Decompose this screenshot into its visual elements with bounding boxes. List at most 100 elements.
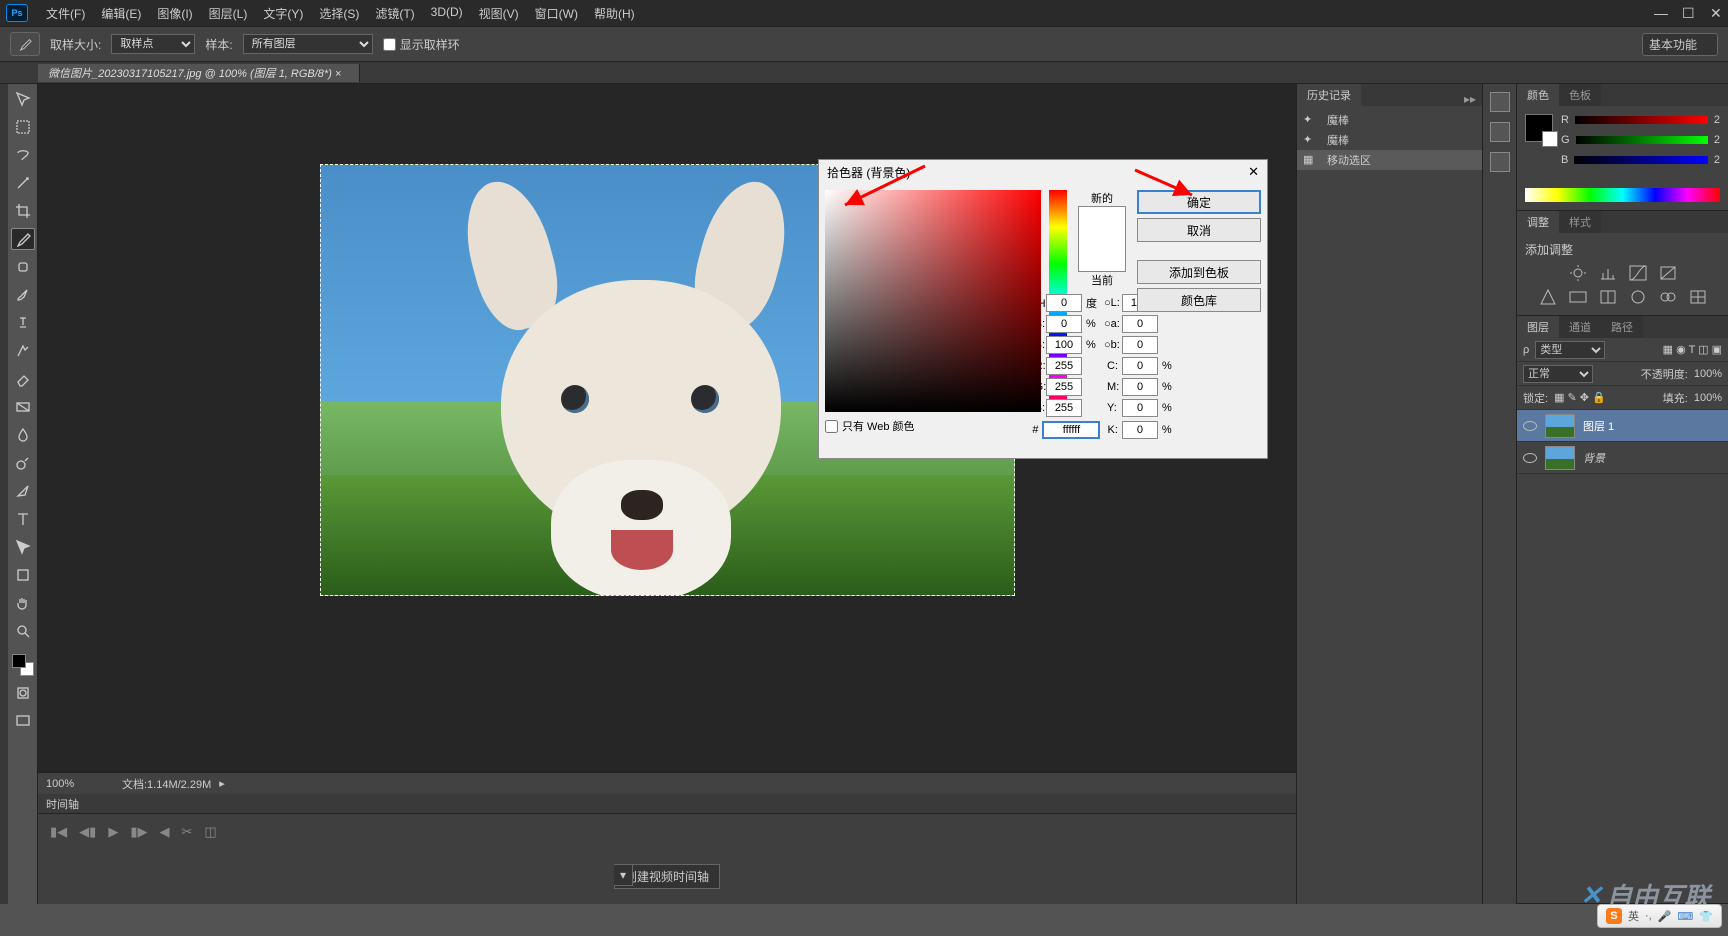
adjustments-tab[interactable]: 调整 [1517, 211, 1559, 233]
menu-filter[interactable]: 滤镜(T) [367, 5, 422, 22]
history-item[interactable]: ✦魔棒 [1297, 130, 1482, 150]
mini-panel-icon[interactable] [1490, 152, 1510, 172]
heal-tool[interactable] [11, 256, 35, 278]
history-collapse-icon[interactable]: ▸▸ [1458, 92, 1482, 106]
timeline-last[interactable]: ◀ [159, 824, 169, 840]
document-tab[interactable]: 微信图片_20230317105217.jpg @ 100% (图层 1, RG… [38, 64, 360, 82]
eyedropper-tool[interactable] [11, 228, 35, 250]
curves-icon[interactable] [1628, 264, 1648, 282]
menu-3d[interactable]: 3D(D) [423, 5, 471, 22]
screen-mode-tool[interactable] [11, 710, 35, 732]
quick-mask-tool[interactable] [11, 682, 35, 704]
close-button[interactable]: ✕ [1710, 5, 1722, 22]
ime-mic-icon[interactable]: 🎤 [1658, 910, 1672, 923]
menu-view[interactable]: 视图(V) [471, 5, 527, 22]
ime-keyboard-icon[interactable]: ⌨ [1677, 910, 1693, 923]
menu-help[interactable]: 帮助(H) [586, 5, 643, 22]
brightness-icon[interactable] [1568, 264, 1588, 282]
channels-tab[interactable]: 通道 [1559, 316, 1601, 338]
color-swatches[interactable] [12, 654, 34, 676]
maximize-button[interactable]: ☐ [1682, 5, 1694, 22]
menu-select[interactable]: 选择(S) [311, 5, 367, 22]
blue-slider[interactable] [1574, 156, 1708, 164]
color-tab[interactable]: 颜色 [1517, 84, 1559, 106]
zoom-level[interactable]: 100% [46, 778, 122, 790]
lookup-icon[interactable] [1688, 288, 1708, 306]
ime-bar[interactable]: S 英 ·, 🎤 ⌨ 👕 [1597, 904, 1722, 928]
timeline-next[interactable]: ▮▶ [130, 824, 147, 840]
levels-icon[interactable] [1598, 264, 1618, 282]
dodge-tool[interactable] [11, 452, 35, 474]
green-slider[interactable] [1576, 136, 1708, 144]
tool-preset-icon[interactable] [10, 32, 40, 56]
layer-item[interactable]: 图层 1 [1517, 410, 1728, 442]
swatches-tab[interactable]: 色板 [1559, 84, 1601, 106]
timeline-play[interactable]: ▶ [108, 824, 118, 840]
fg-swatch[interactable] [12, 654, 26, 668]
crop-tool[interactable] [11, 200, 35, 222]
marquee-tool[interactable] [11, 116, 35, 138]
g-input[interactable] [1046, 378, 1082, 396]
workspace-switcher[interactable]: 基本功能 [1642, 33, 1718, 56]
lasso-tool[interactable] [11, 144, 35, 166]
channel-mixer-icon[interactable] [1658, 288, 1678, 306]
show-ring-check[interactable]: 显示取样环 [383, 36, 460, 53]
menu-image[interactable]: 图像(I) [149, 5, 200, 22]
stamp-tool[interactable] [11, 312, 35, 334]
sample-select[interactable]: 所有图层 [243, 34, 373, 54]
b-input[interactable] [1046, 336, 1082, 354]
bw-icon[interactable] [1598, 288, 1618, 306]
timeline-prev[interactable]: ◀▮ [79, 824, 96, 840]
b3-input[interactable] [1046, 399, 1082, 417]
zoom-tool[interactable] [11, 620, 35, 642]
doc-info-arrow[interactable]: ▸ [219, 777, 225, 790]
history-tab[interactable]: 历史记录 [1297, 84, 1361, 106]
r-input[interactable] [1046, 357, 1082, 375]
add-swatch-button[interactable]: 添加到色板 [1137, 260, 1261, 284]
web-only-check[interactable]: 只有 Web 颜色 [825, 418, 1041, 434]
visibility-icon[interactable] [1523, 421, 1537, 431]
exposure-icon[interactable] [1658, 264, 1678, 282]
pen-tool[interactable] [11, 480, 35, 502]
fg-bg-color-swatch[interactable] [1525, 114, 1553, 142]
hue-strip[interactable] [1525, 188, 1720, 202]
color-field[interactable] [825, 190, 1041, 412]
menu-edit[interactable]: 编辑(E) [93, 5, 149, 22]
wand-tool[interactable] [11, 172, 35, 194]
red-slider[interactable] [1575, 116, 1708, 124]
mini-panel-icon[interactable] [1490, 122, 1510, 142]
menu-file[interactable]: 文件(F) [38, 5, 93, 22]
hand-tool[interactable] [11, 592, 35, 614]
shape-tool[interactable] [11, 564, 35, 586]
styles-tab[interactable]: 样式 [1559, 211, 1601, 233]
eraser-tool[interactable] [11, 368, 35, 390]
timeline-first[interactable]: ▮◀ [50, 824, 67, 840]
color-libs-button[interactable]: 颜色库 [1137, 288, 1261, 312]
create-video-button-group[interactable]: 创建视频时间轴 ▾ [614, 864, 720, 889]
close-icon[interactable]: ✕ [1248, 164, 1259, 180]
brush-tool[interactable] [11, 284, 35, 306]
menu-text[interactable]: 文字(Y) [255, 5, 311, 22]
path-tool[interactable] [11, 536, 35, 558]
visibility-icon[interactable] [1523, 453, 1537, 463]
layers-tab[interactable]: 图层 [1517, 316, 1559, 338]
cancel-button[interactable]: 取消 [1137, 218, 1261, 242]
minimize-button[interactable]: — [1654, 5, 1666, 21]
move-tool[interactable] [11, 88, 35, 110]
blend-mode-select[interactable]: 正常 [1523, 365, 1593, 383]
layer-type-filter[interactable]: 类型 [1535, 341, 1605, 359]
type-tool[interactable] [11, 508, 35, 530]
h-input[interactable] [1046, 294, 1082, 312]
blur-tool[interactable] [11, 424, 35, 446]
ime-skin-icon[interactable]: 👕 [1699, 910, 1713, 923]
timeline-cut[interactable]: ✂ [181, 824, 192, 840]
timeline-tab[interactable]: 时间轴 [38, 794, 1296, 814]
menu-layer[interactable]: 图层(L) [201, 5, 256, 22]
vibrance-icon[interactable] [1538, 288, 1558, 306]
history-item[interactable]: ✦魔棒 [1297, 110, 1482, 130]
sample-size-select[interactable]: 取样点 [111, 34, 195, 54]
paths-tab[interactable]: 路径 [1601, 316, 1643, 338]
color-picker-dialog[interactable]: 拾色器 (背景色) ✕ 只有 Web 颜色 新的 当前 ◉H:度 ○L: ○S:… [818, 159, 1268, 459]
timeline-transition[interactable]: ◫ [204, 824, 216, 840]
hue-icon[interactable] [1568, 288, 1588, 306]
